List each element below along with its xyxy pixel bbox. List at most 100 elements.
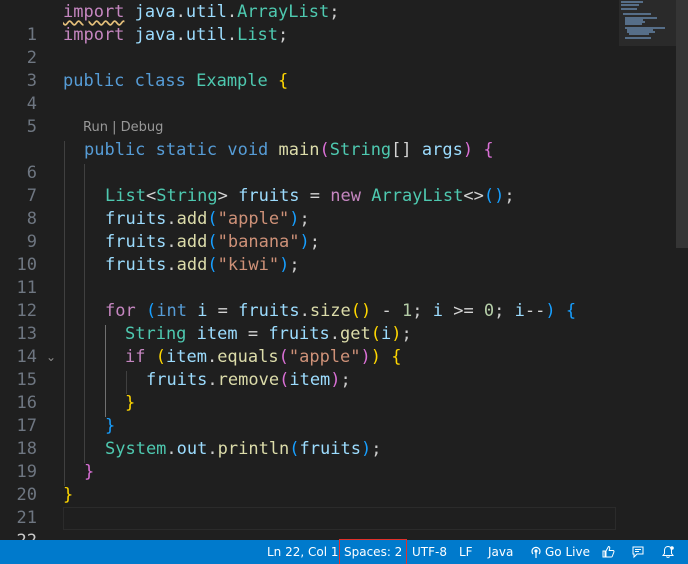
token: { <box>565 301 577 321</box>
code-line[interactable]: 3 <box>0 47 614 91</box>
fold-chevron-icon[interactable]: ⌄ <box>44 346 58 369</box>
code-line[interactable]: 16 fruits.remove(item); <box>0 369 614 413</box>
code-text: fruits.add("banana"); <box>105 231 320 254</box>
token: System <box>105 439 167 459</box>
status-eol[interactable]: LF <box>459 540 473 564</box>
token: static <box>155 140 218 160</box>
token: ) <box>545 301 556 321</box>
status-cursor-position[interactable]: Ln 22, Col 1 <box>267 540 339 564</box>
token: ; <box>340 370 351 390</box>
vertical-scrollbar[interactable] <box>676 0 688 540</box>
code-line[interactable]: 17 } <box>0 392 614 436</box>
token: get <box>340 324 371 344</box>
token: -- <box>524 301 546 321</box>
token: ) <box>299 232 310 252</box>
minimap[interactable] <box>619 0 677 48</box>
status-indentation[interactable]: Spaces: 2 <box>338 539 408 564</box>
token: ; <box>412 301 433 321</box>
token: int <box>156 301 187 321</box>
token: . <box>166 232 177 252</box>
token: . <box>166 439 177 459</box>
token: ; <box>504 186 515 206</box>
thumbs-up-icon[interactable] <box>601 545 615 559</box>
token: . <box>329 324 341 344</box>
token: - <box>371 301 402 321</box>
token: ( <box>278 347 289 367</box>
token: equals <box>217 347 279 367</box>
token: out <box>176 439 208 459</box>
line-number: 22 <box>0 530 37 540</box>
token: ( <box>207 209 218 229</box>
token: import <box>63 25 125 45</box>
code-text: String item = fruits.get(i); <box>125 323 412 346</box>
token: } <box>84 462 95 482</box>
scrollbar-thumb[interactable] <box>676 0 688 248</box>
token: main <box>278 140 320 160</box>
token: i <box>432 301 443 321</box>
codelens-separator: | <box>107 120 121 135</box>
code-line[interactable]: 19 System.out.println(fruits); <box>0 438 614 482</box>
code-line[interactable]: 9 fruits.add("apple"); <box>0 208 614 252</box>
minimap-line <box>623 13 651 15</box>
minimap-line <box>621 1 643 3</box>
notifications-icon[interactable] <box>661 545 675 559</box>
code-line[interactable]: 11 fruits.add("kiwi"); <box>0 254 614 298</box>
code-line[interactable]: 12 <box>0 277 614 321</box>
token: ) <box>279 255 290 275</box>
token: ( <box>289 439 300 459</box>
token: if <box>125 347 146 367</box>
code-line[interactable]: 20 } <box>0 461 614 505</box>
code-line[interactable]: 10 fruits.add("banana"); <box>0 231 614 275</box>
status-encoding[interactable]: UTF-8 <box>412 540 447 564</box>
code-line[interactable]: 14 String item = fruits.get(i); <box>0 323 614 367</box>
token: for <box>105 301 136 321</box>
code-line[interactable]: 4 public class Example { <box>0 70 614 114</box>
code-line[interactable]: 18 } <box>0 415 614 459</box>
token: ; <box>278 25 289 45</box>
minimap-line <box>621 4 639 6</box>
token: "kiwi" <box>217 255 280 275</box>
status-golive-button[interactable]: Go Live <box>529 540 590 564</box>
code-line[interactable]: 13 for (int i = fruits.size() - 1; i >= … <box>0 300 614 344</box>
current-line-highlight <box>63 507 616 530</box>
code-line[interactable]: 6 public static void main(String[] args)… <box>0 139 614 183</box>
token: add <box>176 255 208 275</box>
token: . <box>175 2 186 22</box>
token: 0 <box>483 301 495 321</box>
token: . <box>175 25 186 45</box>
token: . <box>166 209 177 229</box>
token: item <box>196 324 238 344</box>
token: ( <box>370 324 381 344</box>
token: util <box>185 2 227 22</box>
token: List <box>237 25 279 45</box>
token: ) <box>391 324 402 344</box>
token: { <box>391 347 402 367</box>
codelens-debug[interactable]: Debug <box>121 120 164 135</box>
token: println <box>217 439 290 459</box>
feedback-icon[interactable] <box>631 545 645 559</box>
status-language[interactable]: Java <box>488 540 513 564</box>
token: ( <box>145 301 157 321</box>
code-line[interactable]: 1 import java.util.ArrayList; <box>0 1 614 45</box>
broadcast-icon <box>531 546 541 558</box>
token: util <box>185 25 227 45</box>
codelens-run[interactable]: Run <box>83 120 108 135</box>
code-line-current[interactable]: 22 <box>0 507 616 540</box>
code-line[interactable]: 2 import java.util.List; <box>0 24 614 68</box>
code-text: public class Example { <box>63 70 288 93</box>
code-line[interactable]: 15 ⌄ if (item.equals("apple")) { <box>0 346 614 390</box>
token: i <box>197 301 208 321</box>
code-line[interactable]: 5 <box>0 93 614 137</box>
code-editor[interactable]: Run | Debug 1 import java.util.ArrayList… <box>0 0 688 540</box>
code-line[interactable]: 21 } <box>0 484 614 528</box>
token: class <box>134 71 186 91</box>
token: = <box>299 186 331 206</box>
token: fruits <box>105 255 167 275</box>
code-line[interactable]: 7 <box>0 162 614 206</box>
token: new <box>330 186 361 206</box>
code-line[interactable]: 8 List<String> fruits = new ArrayList<>(… <box>0 185 614 229</box>
